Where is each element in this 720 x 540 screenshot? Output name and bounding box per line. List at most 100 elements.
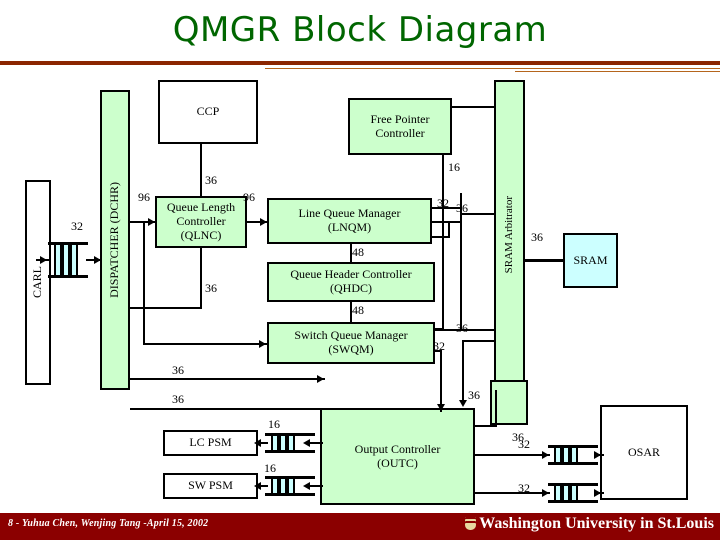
bus-label-lnqm-to-qhdc: 48 [352,245,364,259]
block-outc-label-1: Output Controller [354,441,441,456]
bus-label-swqm-right-36: 36 [456,321,468,335]
block-qhdc-label-2: (QHDC) [330,281,372,295]
block-lnqm[interactable]: Line Queue Manager (LNQM) [267,198,432,244]
bus-label-arb-to-sram: 36 [531,230,543,244]
block-outc[interactable]: Output Controller (OUTC) [320,408,475,505]
arrow-outc-to-lcpsm [303,439,310,447]
block-qlnc[interactable]: Queue Length Controller (QLNC) [155,196,247,248]
link-swqm-down-32 [440,350,442,412]
arrow-dispatcher-to-swqm [259,340,266,348]
link-outc-to-stub [475,425,497,427]
arrow-carl-to-fifo [40,256,47,264]
block-sram[interactable]: SRAM [563,233,618,288]
fifo-outc-to-osar-2 [548,483,598,503]
block-osar[interactable]: OSAR [600,405,688,500]
bus-label-swqm-right-32: 32 [433,339,445,353]
block-qhdc[interactable]: Queue Header Controller (QHDC) [267,262,435,302]
university-logo-text: Washington University in St.Louis [479,515,714,532]
block-sram-arbitrator-label: SRAM Arbitrator [503,196,516,274]
link-outc-to-osar-2 [475,492,550,494]
link-dispatcher-out-36b [130,408,320,410]
block-lnqm-label-2: (LNQM) [327,220,372,234]
block-ccp-label: CCP [196,104,220,119]
arrow-osar-feed-1 [594,451,601,459]
bus-label-dchr-out-36b: 36 [172,392,184,406]
block-qlnc-label-3: (QLNC) [180,227,222,242]
block-qhdc-label-1: Queue Header Controller [290,267,412,282]
arrow-outc-to-osar-1 [542,451,549,459]
block-qlnc-label-2: Controller [176,214,226,229]
bus-label-fpc-down: 16 [448,160,460,174]
block-outc-label-2: (OUTC) [377,455,418,470]
bus-label-qhdc-to-swqm: 48 [352,303,364,317]
block-lc-psm-label: LC PSM [189,435,232,450]
block-lnqm-label-1: Line Queue Manager [298,206,401,221]
block-qlnc-label-1: Queue Length [166,200,236,215]
arrow-dispatcher-to-qlnc [148,218,155,226]
header-rule-thick [0,61,720,65]
bus-label-dchr-out-36a: 36 [172,363,184,377]
link-lnqm-right-c-riser [448,221,450,238]
link-dispatcher-riser [143,221,145,345]
bus-label-ccp-to-qlnc: 36 [205,173,217,187]
block-osar-label: OSAR [627,444,660,459]
link-outc-to-osar-1 [475,454,550,456]
fifo-outc-to-osar-1 [548,445,598,465]
slide-canvas: QMGR Block Diagram CARL DISPATCHER (DCHR… [0,0,720,540]
block-carl-label: CARL [30,266,45,299]
link-dispatcher-riser-base [143,343,267,345]
arrow-outc-to-osar-2 [542,489,549,497]
link-fpc-down [442,155,444,330]
link-qlnc-feedback-h [130,307,202,309]
page-title: QMGR Block Diagram [172,10,548,50]
shield-icon [465,517,477,530]
block-dispatcher-label: DISPATCHER (DCHR) [107,182,122,298]
block-free-pointer-controller[interactable]: Free Pointer Controller [348,98,452,155]
block-sw-psm[interactable]: SW PSM [163,473,258,499]
link-swqm-right-36-riser [460,213,462,329]
link-arbitrator-down-36 [462,340,464,405]
header-rule-thin-1 [265,68,720,69]
block-lc-psm[interactable]: LC PSM [163,430,258,456]
block-sw-psm-label: SW PSM [188,478,233,493]
link-fpc-to-arbitrator [452,106,496,108]
arrow-qlnc-to-lnqm [260,218,267,226]
arrow-swqm-down-32 [437,404,445,411]
arrow-outc-to-swpsm [303,482,310,490]
bus-label-qlnc-down: 36 [205,281,217,295]
bus-label-qlnc-to-lnqm: 96 [243,190,255,204]
block-fpc-label-2: Controller [375,125,425,140]
bus-label-outc-to-lcpsm: 16 [268,417,280,431]
link-lnqm-right-b [432,221,462,223]
bus-label-outc-to-osar-1: 32 [518,437,530,451]
link-arbitrator-to-sram [525,259,565,262]
arrow-swpsm-feed [254,482,261,490]
link-ccp-to-qlnc [200,143,202,197]
link-dispatcher-out-36a [130,378,325,380]
bus-label-arb-down-36: 36 [468,388,480,402]
block-swqm-label-1: Switch Queue Manager [294,328,408,343]
bus-label-lnqm-right-36: 36 [456,201,468,215]
block-dispatcher[interactable]: DISPATCHER (DCHR) [100,90,130,390]
block-ccp[interactable]: CCP [158,80,258,144]
bus-label-lnqm-right-32: 32 [437,196,449,210]
arrow-fifo-to-dispatcher [94,256,101,264]
header-rule-thin-2 [515,71,720,72]
bus-label-dchr-to-qlnc: 96 [138,190,150,204]
arrow-osar-feed-2 [594,489,601,497]
arrow-arbitrator-down-36 [459,400,467,407]
arrow-lcpsm-feed [254,439,261,447]
block-sram-label: SRAM [573,252,608,267]
block-sram-arbitrator[interactable]: SRAM Arbitrator [494,80,525,390]
block-fpc-label-1: Free Pointer [370,111,430,126]
block-swqm[interactable]: Switch Queue Manager (SWQM) [267,322,435,364]
footer-credit: 8 - Yuhua Chen, Wenjing Tang -April 15, … [8,518,209,529]
bus-label-outc-to-osar-2: 32 [518,481,530,495]
university-logo: Washington University in St.Louis [465,515,714,533]
block-carl[interactable]: CARL [25,180,51,385]
link-arbitrator-down-36-h [462,340,496,342]
arrow-dispatcher-out-36a [317,375,324,383]
bus-label-carl-to-dchr: 32 [71,219,83,233]
link-qlnc-down [200,247,202,309]
block-swqm-label-2: (SWQM) [328,342,374,356]
